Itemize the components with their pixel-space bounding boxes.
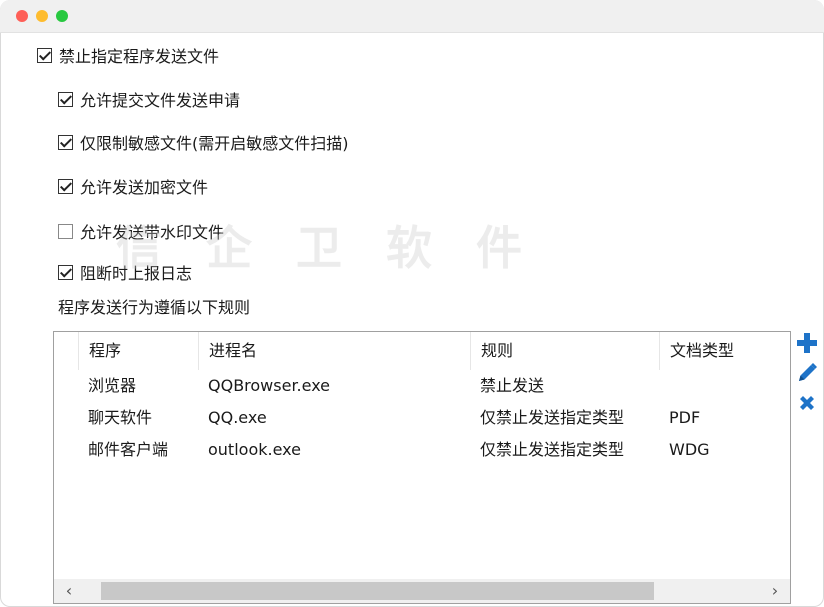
- option-report-log[interactable]: 阻断时上报日志: [58, 261, 192, 283]
- allow-submit-label: 允许提交文件发送申请: [80, 91, 241, 110]
- column-header-process[interactable]: 进程名: [198, 332, 470, 370]
- option-sensitive-only[interactable]: 仅限制敏感文件(需开启敏感文件扫描): [58, 131, 349, 153]
- table-row[interactable]: 聊天软件 QQ.exe 仅禁止发送指定类型 PDF: [54, 402, 790, 434]
- report-log-checkbox[interactable]: [58, 264, 73, 280]
- rules-table: 程序 进程名 规则 文档类型 浏览器 QQBrowser.exe 禁止发送 聊天…: [53, 331, 791, 604]
- titlebar: [0, 0, 824, 33]
- cell-doc-type: WDG: [669, 440, 710, 459]
- cell-program: 邮件客户端: [88, 440, 169, 459]
- minimize-window-button[interactable]: [36, 10, 48, 22]
- cell-doc-type: [659, 370, 790, 402]
- horizontal-scrollbar[interactable]: ‹ ›: [54, 579, 790, 603]
- add-rule-button[interactable]: [796, 332, 818, 354]
- cell-process: QQ.exe: [208, 408, 267, 427]
- allow-submit-checkbox[interactable]: [58, 91, 73, 107]
- block-send-label: 禁止指定程序发送文件: [59, 47, 220, 66]
- option-block-send[interactable]: 禁止指定程序发送文件: [37, 44, 219, 66]
- option-allow-submit[interactable]: 允许提交文件发送申请: [58, 88, 240, 110]
- option-allow-watermark[interactable]: 允许发送带水印文件: [58, 220, 224, 242]
- cell-doc-type: PDF: [669, 408, 701, 427]
- cell-program: 浏览器: [88, 376, 137, 395]
- scroll-right-button[interactable]: ›: [760, 579, 790, 603]
- pencil-icon: [799, 363, 817, 381]
- allow-watermark-label: 允许发送带水印文件: [80, 223, 225, 242]
- scrollbar-thumb[interactable]: [101, 582, 654, 600]
- allow-encrypted-label: 允许发送加密文件: [80, 178, 209, 197]
- scroll-left-button[interactable]: ‹: [54, 579, 84, 603]
- sensitive-only-checkbox[interactable]: [58, 134, 73, 150]
- plus-icon: [797, 333, 817, 353]
- block-send-checkbox[interactable]: [37, 47, 52, 63]
- cell-process: QQBrowser.exe: [208, 376, 331, 395]
- report-log-label: 阻断时上报日志: [80, 264, 193, 283]
- allow-watermark-checkbox[interactable]: [58, 223, 73, 239]
- option-allow-encrypted[interactable]: 允许发送加密文件: [58, 175, 208, 197]
- cell-rule: 禁止发送: [480, 376, 545, 395]
- allow-encrypted-checkbox[interactable]: [58, 178, 73, 194]
- table-row[interactable]: 邮件客户端 outlook.exe 仅禁止发送指定类型 WDG: [54, 434, 790, 466]
- maximize-window-button[interactable]: [56, 10, 68, 22]
- sensitive-only-label: 仅限制敏感文件(需开启敏感文件扫描): [80, 134, 349, 153]
- table-row[interactable]: 浏览器 QQBrowser.exe 禁止发送: [54, 370, 790, 402]
- close-window-button[interactable]: [16, 10, 28, 22]
- delete-rule-button[interactable]: [796, 392, 818, 414]
- edit-rule-button[interactable]: [796, 362, 818, 384]
- table-header: 程序 进程名 规则 文档类型: [54, 332, 790, 370]
- cell-program: 聊天软件: [88, 408, 153, 427]
- cell-rule: 仅禁止发送指定类型: [480, 408, 625, 427]
- column-header-program[interactable]: 程序: [78, 332, 198, 370]
- window: 禁止指定程序发送文件 允许提交文件发送申请 仅限制敏感文件(需开启敏感文件扫描)…: [0, 0, 824, 607]
- column-header-doc-type[interactable]: 文档类型: [659, 332, 790, 370]
- cell-rule: 仅禁止发送指定类型: [480, 440, 625, 459]
- close-icon: [800, 396, 814, 410]
- cell-process: outlook.exe: [208, 440, 301, 459]
- column-header-rule[interactable]: 规则: [470, 332, 659, 370]
- rules-section-label: 程序发送行为遵循以下规则: [58, 298, 251, 317]
